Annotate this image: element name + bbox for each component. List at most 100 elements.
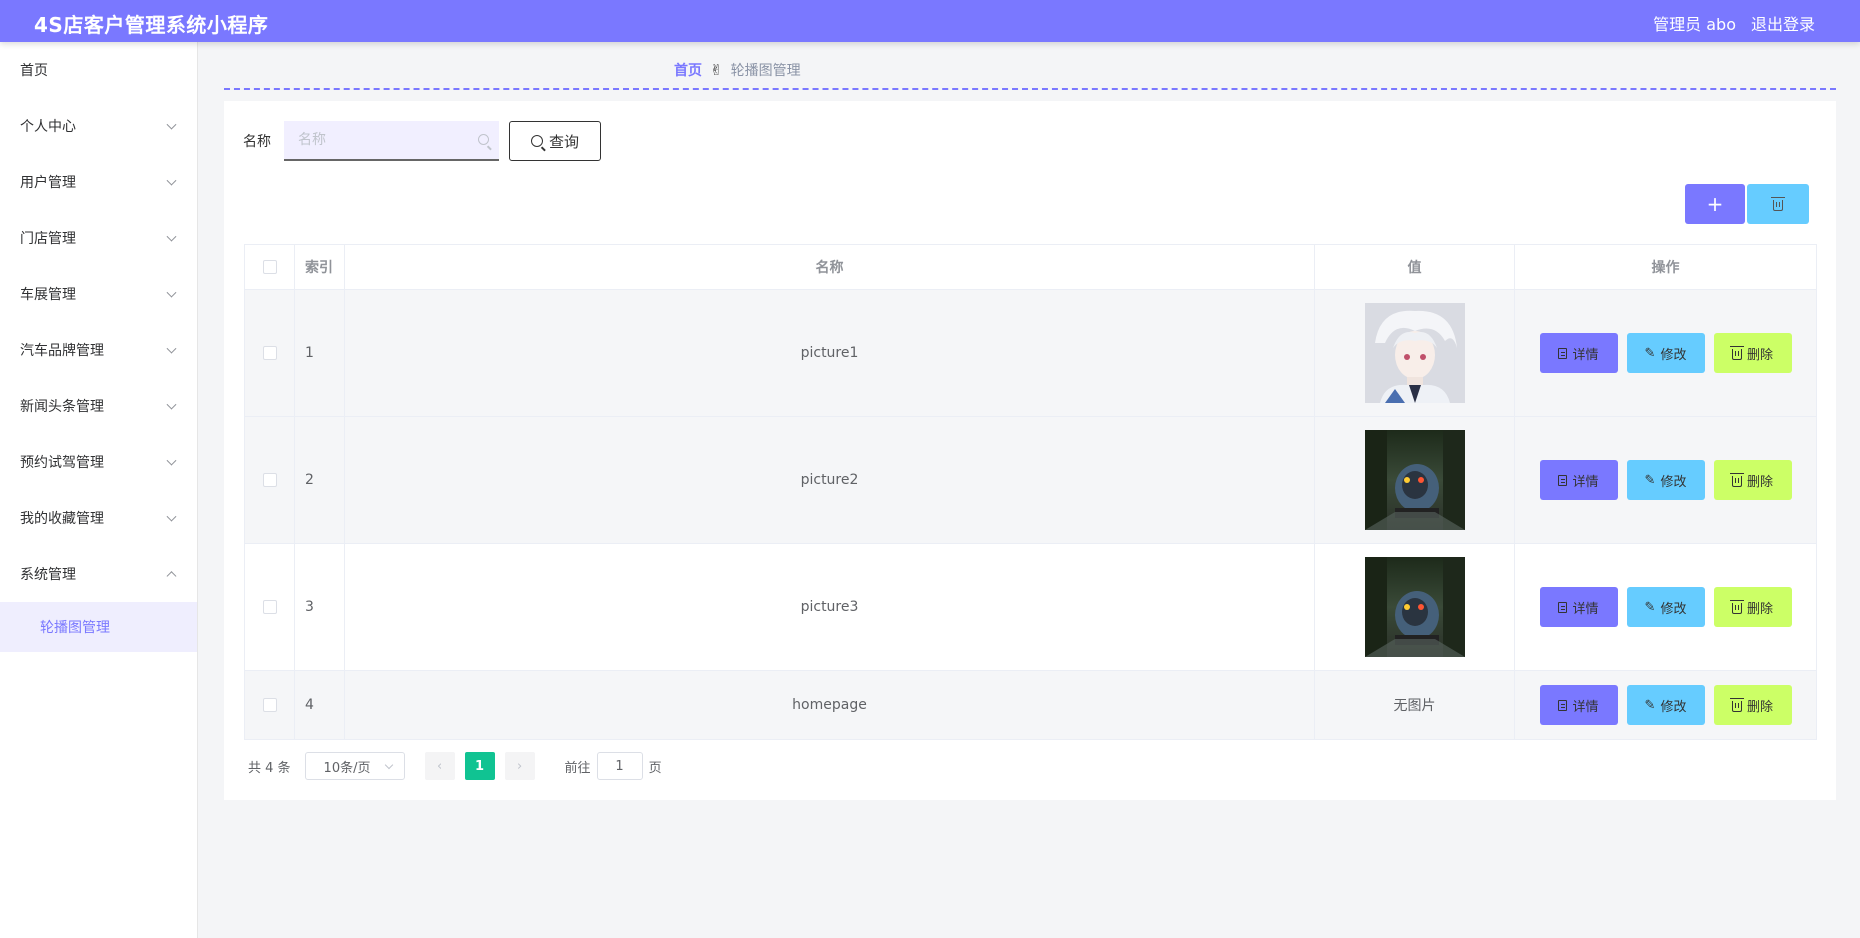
prev-page-button[interactable]: ‹ bbox=[424, 752, 455, 780]
app-title: 4S店客户管理系统小程序 bbox=[34, 13, 269, 37]
edit-icon: ✎ bbox=[1644, 345, 1656, 361]
sidebar-subitem-carousel[interactable]: 轮播图管理 bbox=[0, 602, 197, 652]
name-cell: picture2 bbox=[344, 416, 1315, 544]
chevron-right-icon: › bbox=[516, 758, 523, 774]
actions-cell: 详情 ✎ 修改 删除 bbox=[1514, 416, 1817, 544]
row-select-cell bbox=[244, 289, 295, 417]
delete-button-label: 删除 bbox=[1746, 601, 1773, 617]
table-row: 1 picture1 详情 ✎ 修改 删除 bbox=[244, 289, 1817, 417]
trash-icon bbox=[1729, 472, 1744, 487]
sidebar-item-label: 个人中心 bbox=[20, 119, 76, 135]
sidebar-item-personal-center[interactable]: 个人中心 bbox=[0, 98, 197, 154]
chevron-up-icon bbox=[166, 571, 177, 582]
content-card: 名称 查询 + 索引 名称 值 操作 bbox=[224, 101, 1836, 800]
actions-cell: 详情 ✎ 修改 删除 bbox=[1514, 543, 1817, 671]
table-row: 4 homepage 无图片 详情 ✎ 修改 删除 bbox=[244, 670, 1817, 740]
edit-icon: ✎ bbox=[1644, 472, 1656, 488]
chevron-down-icon bbox=[166, 287, 177, 298]
row-select-cell bbox=[244, 416, 295, 544]
column-header: 名称 bbox=[344, 244, 1315, 290]
page-size-select[interactable]: 10条/页 bbox=[304, 752, 405, 780]
sidebar-item-car-shows[interactable]: 车展管理 bbox=[0, 266, 197, 322]
table-header-row: 索引 名称 值 操作 bbox=[244, 244, 1817, 290]
select-all-checkbox[interactable] bbox=[262, 260, 277, 274]
page-number-current[interactable]: 1 bbox=[464, 752, 495, 780]
detail-button-label: 详情 bbox=[1572, 699, 1599, 715]
select-all-cell bbox=[244, 244, 295, 290]
sidebar-item-system[interactable]: 系统管理 bbox=[0, 546, 197, 602]
name-cell: homepage bbox=[344, 670, 1315, 740]
edit-button[interactable]: ✎ 修改 bbox=[1626, 685, 1705, 725]
chevron-down-icon bbox=[166, 343, 177, 354]
car-photo-thumbnail[interactable] bbox=[1364, 430, 1465, 530]
delete-button[interactable]: 删除 bbox=[1713, 460, 1792, 500]
query-button-label: 查询 bbox=[548, 132, 579, 151]
sidebar-item-home[interactable]: 首页 bbox=[0, 42, 197, 98]
sidebar-item-test-drive[interactable]: 预约试驾管理 bbox=[0, 434, 197, 490]
chevron-down-icon bbox=[166, 399, 177, 410]
search-input[interactable] bbox=[284, 121, 454, 159]
edit-button[interactable]: ✎ 修改 bbox=[1626, 587, 1705, 627]
sidebar-item-label: 汽车品牌管理 bbox=[20, 343, 104, 359]
query-button[interactable]: 查询 bbox=[509, 121, 601, 161]
search-label: 名称 bbox=[243, 134, 271, 150]
row-checkbox[interactable] bbox=[262, 698, 277, 712]
hand-icon: ✌ bbox=[710, 61, 723, 79]
row-checkbox[interactable] bbox=[262, 600, 277, 614]
delete-button[interactable]: 删除 bbox=[1713, 685, 1792, 725]
detail-button[interactable]: 详情 bbox=[1539, 587, 1618, 627]
trash-icon bbox=[1729, 697, 1744, 712]
chevron-down-icon bbox=[166, 119, 177, 130]
delete-button[interactable]: 删除 bbox=[1713, 333, 1792, 373]
sidebar-item-label: 车展管理 bbox=[20, 287, 76, 303]
sidebar-item-stores[interactable]: 门店管理 bbox=[0, 210, 197, 266]
chevron-down-icon bbox=[166, 175, 177, 186]
index-cell: 4 bbox=[294, 670, 345, 740]
sidebar-item-users[interactable]: 用户管理 bbox=[0, 154, 197, 210]
page-size-value: 10条/页 bbox=[323, 760, 371, 776]
value-cell: 无图片 bbox=[1314, 670, 1515, 740]
detail-button-label: 详情 bbox=[1572, 474, 1599, 490]
sidebar-subitem-label: 轮播图管理 bbox=[40, 620, 110, 636]
delete-button[interactable]: 删除 bbox=[1713, 587, 1792, 627]
breadcrumb-home[interactable]: 首页 bbox=[674, 60, 702, 80]
row-checkbox[interactable] bbox=[262, 346, 277, 360]
column-header: 操作 bbox=[1514, 244, 1817, 290]
sidebar-item-car-brands[interactable]: 汽车品牌管理 bbox=[0, 322, 197, 378]
breadcrumb-divider bbox=[224, 88, 1836, 90]
batch-delete-button[interactable] bbox=[1747, 184, 1809, 224]
sidebar-item-favorites[interactable]: 我的收藏管理 bbox=[0, 490, 197, 546]
sidebar-item-news[interactable]: 新闻头条管理 bbox=[0, 378, 197, 434]
anime-avatar-thumbnail[interactable] bbox=[1364, 303, 1465, 403]
goto-page-input[interactable] bbox=[596, 752, 643, 780]
next-page-button[interactable]: › bbox=[504, 752, 535, 780]
delete-button-label: 删除 bbox=[1746, 347, 1773, 363]
car-photo-thumbnail[interactable] bbox=[1364, 557, 1465, 657]
detail-button[interactable]: 详情 bbox=[1539, 333, 1618, 373]
index-cell: 1 bbox=[294, 289, 345, 417]
detail-button[interactable]: 详情 bbox=[1539, 460, 1618, 500]
sidebar-item-label: 系统管理 bbox=[20, 567, 76, 583]
edit-button-label: 修改 bbox=[1660, 699, 1687, 715]
add-button[interactable]: + bbox=[1685, 184, 1745, 224]
search-field bbox=[284, 121, 499, 161]
index-cell: 3 bbox=[294, 543, 345, 671]
breadcrumb: 首页 ✌ 轮播图管理 bbox=[674, 60, 801, 80]
edit-button-label: 修改 bbox=[1660, 474, 1687, 490]
document-icon bbox=[1558, 601, 1568, 613]
row-checkbox[interactable] bbox=[262, 473, 277, 487]
column-header: 索引 bbox=[294, 244, 345, 290]
sidebar-item-label: 用户管理 bbox=[20, 175, 76, 191]
document-icon bbox=[1558, 699, 1568, 711]
edit-button[interactable]: ✎ 修改 bbox=[1626, 333, 1705, 373]
table-row: 3 picture3 详情 ✎ 修改 删除 bbox=[244, 543, 1817, 671]
actions-cell: 详情 ✎ 修改 删除 bbox=[1514, 289, 1817, 417]
sidebar-item-label: 首页 bbox=[20, 63, 48, 79]
detail-button-label: 详情 bbox=[1572, 347, 1599, 363]
value-cell bbox=[1314, 416, 1515, 544]
detail-button[interactable]: 详情 bbox=[1539, 685, 1618, 725]
breadcrumb-current: 轮播图管理 bbox=[730, 63, 801, 79]
logout-link[interactable]: 退出登录 bbox=[1751, 11, 1815, 35]
edit-button[interactable]: ✎ 修改 bbox=[1626, 460, 1705, 500]
admin-username: 管理员 abo bbox=[1653, 15, 1736, 34]
